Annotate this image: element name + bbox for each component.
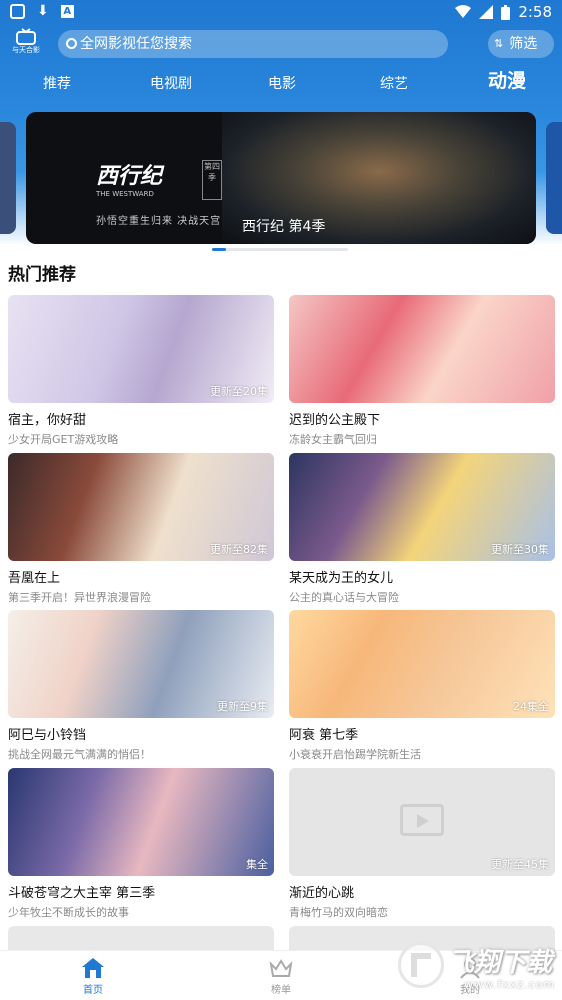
watermark: 飞翔下载 www.fxxz.com [398, 940, 558, 998]
episode-badge: 更新至20集 [210, 385, 268, 398]
filter-icon: ⇅ [494, 37, 504, 50]
card-subtitle: 小衰衰开启怡踢学院新生活 [289, 748, 421, 761]
text-a-icon: A [60, 5, 74, 18]
status-time: 2:58 [518, 3, 552, 21]
card-subtitle: 少女开局GET游戏攻略 [8, 433, 119, 446]
banner-next-peek[interactable] [546, 122, 562, 234]
card-title: 阿衰 第七季 [289, 728, 359, 743]
nav-home[interactable]: 首页 [63, 957, 123, 996]
episode-badge: 更新至9集 [217, 700, 268, 713]
carousel-indicator [212, 248, 348, 251]
watermark-logo-icon [398, 942, 444, 988]
tab-anime[interactable]: 动漫 [488, 69, 526, 93]
tab-variety[interactable]: 综艺 [380, 72, 408, 96]
anime-card[interactable]: 更新至82集 吾凰在上 第三季开启！异世界浪漫冒险 [8, 453, 274, 605]
nav-home-label: 首页 [83, 985, 103, 996]
episode-badge: 更新至30集 [491, 543, 549, 556]
filter-label: 筛选 [509, 36, 538, 52]
anime-card[interactable]: 迟到的公主殿下 冻龄女主霸气回归 [289, 295, 555, 447]
anime-card[interactable]: 24集全 阿衰 第七季 小衰衰开启怡踢学院新生活 [289, 610, 555, 762]
banner-tagline: 孙悟空重生归来 决战天宫 [96, 216, 222, 227]
anime-card[interactable]: 更新至30集 某天成为王的女儿 公主的真心话与大冒险 [289, 453, 555, 605]
anime-card[interactable]: 更新至20集 宿主，你好甜 少女开局GET游戏攻略 [8, 295, 274, 447]
card-title: 渐近的心跳 [289, 886, 355, 901]
card-thumbnail: 24集全 [289, 610, 555, 718]
app-logo[interactable]: 与天合影 [8, 28, 44, 60]
battery-icon [501, 4, 511, 20]
download-icon: ⬇ [37, 3, 49, 19]
video-placeholder-icon [400, 804, 444, 836]
signal-icon [479, 5, 494, 19]
filter-button[interactable]: ⇅ 筛选 [488, 30, 554, 58]
card-subtitle: 第三季开启！异世界浪漫冒险 [8, 591, 151, 604]
search-placeholder: 全网影视任您搜索 [80, 36, 192, 52]
episode-badge: 24集全 [513, 700, 549, 713]
status-bar: ⬇ A 2:58 [0, 0, 562, 26]
search-icon [66, 38, 77, 49]
card-thumbnail: 更新至30集 [289, 453, 555, 561]
card-title: 阿巳与小铃铛 [8, 728, 87, 743]
banner-carousel[interactable]: 西行纪 THE WESTWARD 孙悟空重生归来 决战天宫 第四季 西行纪 第4… [0, 112, 562, 244]
watermark-title: 飞翔下载 [448, 948, 553, 978]
section-title: 热门推荐 [8, 265, 76, 285]
app-square-icon [10, 4, 25, 19]
card-thumbnail [289, 295, 555, 403]
search-input[interactable]: 全网影视任您搜索 [58, 30, 448, 58]
card-subtitle: 青梅竹马的双向暗恋 [289, 906, 388, 919]
card-subtitle: 公主的真心话与大冒险 [289, 591, 399, 604]
tab-movies[interactable]: 电影 [268, 72, 296, 96]
banner-prev-peek[interactable] [0, 122, 16, 234]
anime-card[interactable]: 更新至45集 渐近的心跳 青梅竹马的双向暗恋 [289, 768, 555, 920]
card-thumbnail: 更新至45集 [289, 768, 555, 876]
nav-rankings[interactable]: 榜单 [251, 957, 311, 996]
card-title: 宿主，你好甜 [8, 413, 87, 428]
app-logo-text: 与天合影 [12, 46, 40, 54]
episode-badge: 更新至45集 [491, 858, 549, 871]
card-subtitle: 挑战全网最元气满满的悄侣！ [8, 748, 151, 761]
card-thumbnail-partial[interactable] [8, 926, 274, 950]
anime-card[interactable]: 更新至9集 阿巳与小铃铛 挑战全网最元气满满的悄侣！ [8, 610, 274, 762]
card-title: 斗破苍穹之大主宰 第三季 [8, 886, 156, 901]
anime-card[interactable]: 集全 斗破苍穹之大主宰 第三季 少年牧尘不断成长的故事 [8, 768, 274, 920]
banner-season-tag: 第四季 [202, 160, 222, 200]
card-thumbnail: 更新至20集 [8, 295, 274, 403]
nav-rankings-label: 榜单 [271, 985, 291, 996]
wifi-icon [455, 5, 472, 18]
header: ⬇ A 2:58 与天合影 全网影视任您搜索 ⇅ 筛选 推荐 电视剧 电影 综艺… [0, 0, 562, 246]
card-title: 某天成为王的女儿 [289, 571, 394, 586]
card-title: 迟到的公主殿下 [289, 413, 381, 428]
tv-logo-icon [16, 28, 36, 45]
crown-icon [269, 959, 293, 977]
tab-recommend[interactable]: 推荐 [43, 72, 71, 96]
category-tabs: 推荐 电视剧 电影 综艺 动漫 [0, 69, 562, 98]
episode-badge: 集全 [246, 858, 268, 871]
watermark-url: www.fxxz.com [464, 978, 556, 991]
card-subtitle: 冻龄女主霸气回归 [289, 433, 377, 446]
home-icon [82, 958, 104, 978]
episode-badge: 更新至82集 [210, 543, 268, 556]
card-thumbnail: 更新至82集 [8, 453, 274, 561]
card-title: 吾凰在上 [8, 571, 61, 586]
banner-caption: 西行纪 第4季 [242, 219, 326, 235]
banner-slide[interactable]: 西行纪 THE WESTWARD 孙悟空重生归来 决战天宫 第四季 西行纪 第4… [26, 112, 536, 244]
card-subtitle: 少年牧尘不断成长的故事 [8, 906, 129, 919]
tab-tv-series[interactable]: 电视剧 [150, 72, 192, 96]
card-thumbnail: 集全 [8, 768, 274, 876]
card-thumbnail: 更新至9集 [8, 610, 274, 718]
carousel-indicator-active [212, 248, 226, 251]
